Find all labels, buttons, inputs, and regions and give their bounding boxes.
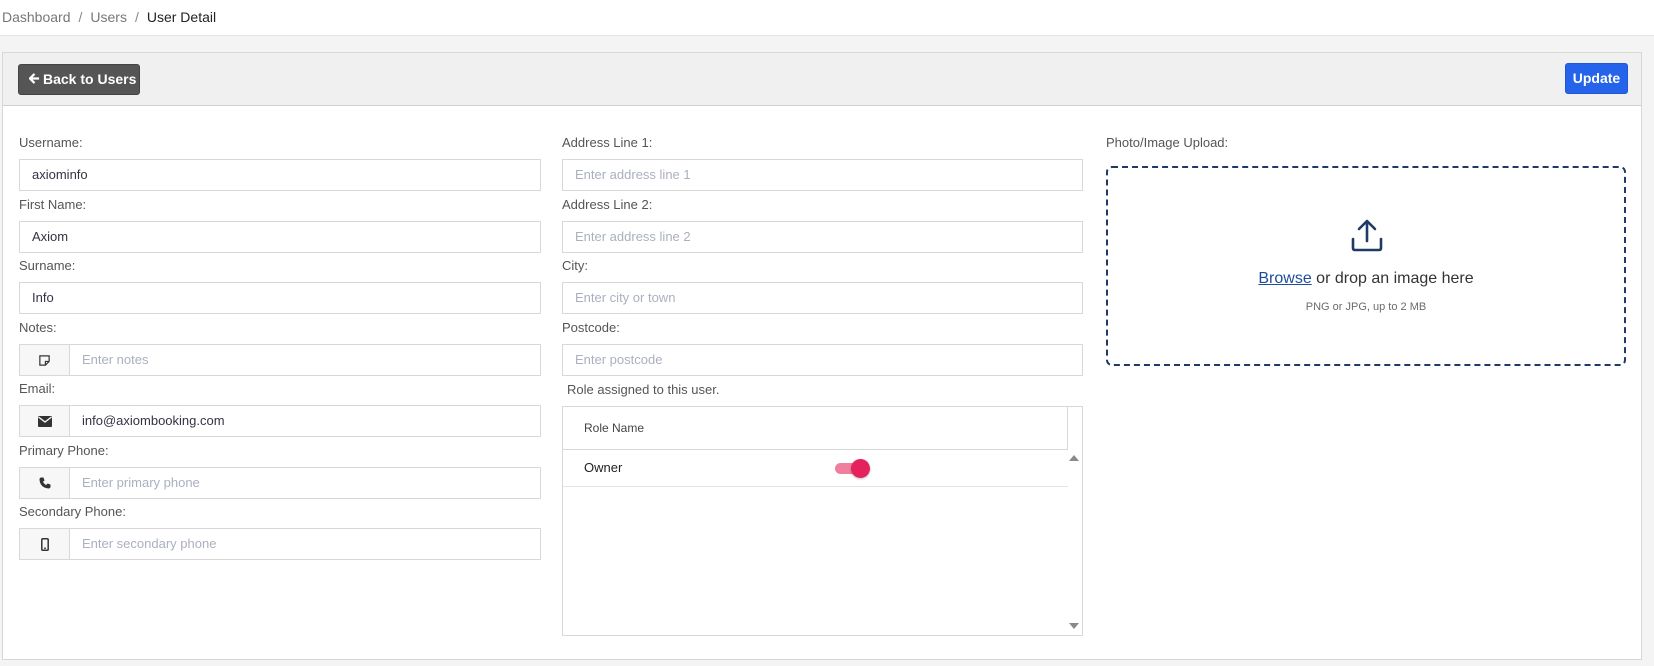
primary-phone-label: Primary Phone: (19, 443, 109, 458)
first-name-label: First Name: (19, 197, 87, 212)
browse-link[interactable]: Browse (1258, 270, 1311, 287)
role-enabled-toggle[interactable] (835, 459, 870, 478)
mobile-icon (40, 537, 49, 551)
phone-icon (39, 477, 51, 489)
breadcrumb: Dashboard / Users / User Detail (0, 0, 1654, 36)
postcode-input[interactable]: Enter postcode (562, 344, 1083, 376)
upload-hint: PNG or JPG, up to 2 MB (1305, 301, 1427, 313)
username-label: Username: (19, 135, 83, 150)
email-label: Email: (19, 381, 56, 396)
upload-text-rest: or drop an image here (1311, 270, 1474, 287)
roles-table: Role Name Owner (562, 406, 1083, 636)
breadcrumb-separator: / (78, 9, 83, 25)
address1-input[interactable]: Enter address line 1 (562, 159, 1083, 191)
city-label: City: (562, 258, 588, 273)
breadcrumb-dashboard[interactable]: Dashboard (2, 9, 71, 25)
city-input[interactable]: Enter city or town (562, 282, 1083, 314)
surname-label: Surname: (19, 258, 76, 273)
address1-label: Address Line 1: (562, 135, 653, 150)
upload-label: Photo/Image Upload: (1106, 135, 1229, 150)
role-name-cell: Owner (584, 460, 623, 475)
username-field[interactable]: axiominfo (19, 159, 541, 191)
primary-phone-addon (19, 467, 69, 499)
arrow-left-icon (28, 65, 40, 94)
table-row: Owner (563, 450, 1068, 487)
notes-input[interactable]: Enter notes (69, 344, 541, 376)
roles-caption: Role assigned to this user. (567, 382, 720, 397)
back-button-label: Back to Users (43, 71, 137, 87)
scroll-down-arrow[interactable] (1069, 623, 1079, 629)
secondary-phone-input[interactable]: Enter secondary phone (69, 528, 541, 560)
notes-label: Notes: (19, 320, 57, 335)
email-field[interactable]: info@axiombooking.com (69, 405, 541, 437)
sticky-note-icon (38, 354, 51, 367)
envelope-icon (37, 415, 52, 427)
address2-input[interactable]: Enter address line 2 (562, 221, 1083, 253)
address2-label: Address Line 2: (562, 197, 653, 212)
breadcrumb-current: User Detail (146, 9, 217, 25)
card-header: Back to Users Update (3, 53, 1641, 106)
primary-phone-input[interactable]: Enter primary phone (69, 467, 541, 499)
back-to-users-button[interactable]: Back to Users (18, 64, 140, 95)
breadcrumb-separator: / (134, 9, 139, 25)
image-dropzone[interactable]: Browse or drop an image here PNG or JPG,… (1106, 166, 1626, 366)
toggle-knob (851, 459, 870, 478)
first-name-field[interactable]: Axiom (19, 221, 541, 253)
secondary-phone-addon (19, 528, 69, 560)
update-button[interactable]: Update (1565, 63, 1628, 94)
scroll-up-arrow[interactable] (1069, 455, 1079, 461)
role-name-column-header[interactable]: Role Name (563, 407, 1068, 450)
upload-instructions: Browse or drop an image here (1108, 270, 1624, 288)
email-addon (19, 405, 69, 437)
upload-icon (1350, 218, 1384, 257)
secondary-phone-label: Secondary Phone: (19, 504, 126, 519)
breadcrumb-users[interactable]: Users (90, 9, 127, 25)
notes-addon (19, 344, 69, 376)
surname-field[interactable]: Info (19, 282, 541, 314)
postcode-label: Postcode: (562, 320, 620, 335)
